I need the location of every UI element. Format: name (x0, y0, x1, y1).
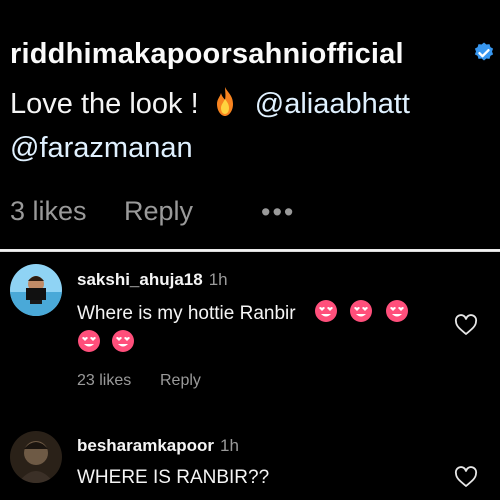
comment-panel-top: riddhimakapoorsahniofficial Love the loo… (0, 0, 500, 250)
comment-username[interactable]: sakshi_ahuja18 (77, 270, 203, 289)
verified-badge-icon (474, 42, 494, 61)
likes-count[interactable]: 3 likes (10, 196, 87, 227)
avatar[interactable] (10, 264, 62, 316)
comment-header: sakshi_ahuja18 1h (77, 270, 228, 290)
heart-eyes-emoji-icon (315, 300, 338, 322)
comment-text-line-2: @farazmanan (10, 132, 193, 165)
comment-panel-bottom: sakshi_ahuja18 1h Where is my hottie Ranb… (0, 251, 500, 500)
heart-eyes-emoji-icon (385, 300, 408, 322)
heart-eyes-emoji-icon (350, 300, 373, 322)
avatar-photo (10, 431, 62, 483)
comment-timestamp: 1h (208, 270, 228, 289)
comment-timestamp: 1h (220, 436, 239, 455)
likes-count[interactable]: 23 likes (77, 372, 131, 390)
comment-text: Love the look ! (10, 88, 199, 120)
mention-link[interactable]: @farazmanan (10, 132, 193, 164)
mention-link[interactable]: @aliaabhatt (255, 88, 410, 120)
reply-button[interactable]: Reply (160, 372, 201, 390)
more-options-icon[interactable]: ••• (261, 197, 295, 228)
like-heart-icon[interactable] (454, 466, 478, 488)
comment-text-line-2 (77, 329, 141, 354)
heart-eyes-emoji-icon (112, 330, 135, 352)
comment-username[interactable]: riddhimakapoorsahniofficial (10, 38, 404, 71)
comment-text: WHERE IS RANBIR?? (77, 467, 270, 488)
reply-button[interactable]: Reply (124, 196, 193, 227)
like-heart-icon[interactable] (454, 314, 478, 336)
comment-text-line-1: Love the look ! @aliaabhatt (10, 86, 410, 121)
heart-eyes-emoji-icon (78, 330, 100, 352)
comment-header: besharamkapoor 1h (77, 436, 239, 456)
avatar-photo (10, 264, 62, 316)
comment-text-line-1: Where is my hottie Ranbir (77, 299, 415, 325)
comment-text: Where is my hottie Ranbir (77, 303, 296, 324)
fire-emoji-icon (216, 87, 233, 116)
comment-username[interactable]: besharamkapoor (77, 436, 214, 455)
avatar[interactable] (10, 431, 62, 483)
